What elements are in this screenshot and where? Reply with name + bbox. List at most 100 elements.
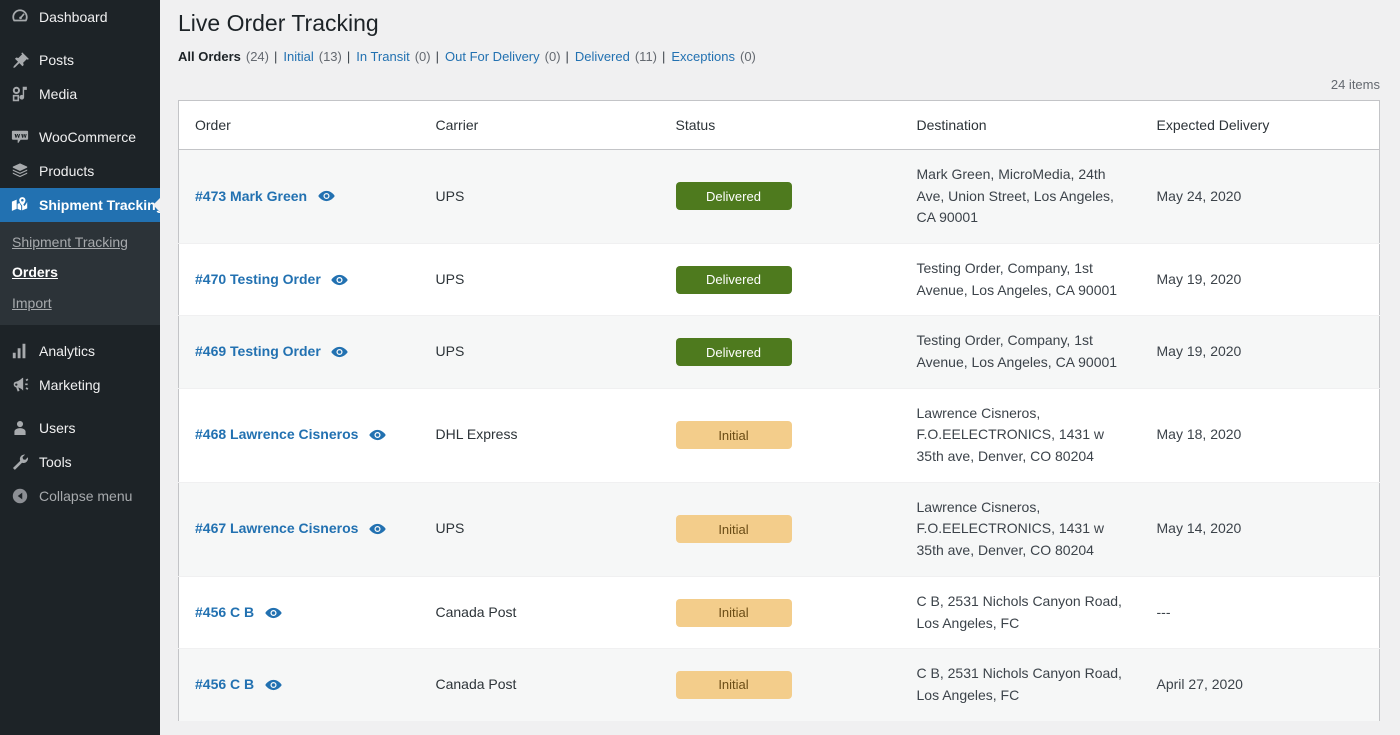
eye-icon[interactable] — [331, 271, 349, 289]
filter-link-out-for-delivery[interactable]: Out For Delivery — [445, 49, 540, 64]
carrier-cell: UPS — [419, 315, 660, 389]
carrier-cell: Canada Post — [419, 648, 660, 722]
sidebar-item-shipment-tracking[interactable]: Shipment Tracking — [0, 188, 160, 222]
table-row: #456 C B Canada Post Initial C B, 2531 Nich… — [178, 576, 1380, 650]
wordpress-admin: Dashboard Posts Media WooCommerce Products Sh… — [0, 0, 1400, 735]
sidebar-item-label: Posts — [39, 52, 75, 68]
filter-separator: | — [565, 48, 569, 64]
expected-delivery-text: May 19, 2020 — [1156, 343, 1242, 360]
sidebar-item-label: Analytics — [39, 342, 96, 359]
status-cell: Delivered — [659, 315, 901, 389]
table-row: #470 Testing Order UPS Delivered Testing Or… — [178, 243, 1380, 317]
filter-link-all-orders[interactable]: All Orders — [178, 49, 241, 64]
expected-delivery-text: May 14, 2020 — [1156, 520, 1242, 537]
filter-count: (13) — [318, 48, 342, 64]
page-title: Live Order Tracking — [178, 10, 379, 36]
order-link[interactable]: #469 Testing Order — [195, 341, 321, 363]
admin-sidebar: Dashboard Posts Media WooCommerce Products Sh… — [0, 0, 160, 735]
menu-separator — [0, 402, 160, 411]
expected-delivery-cell: April 27, 2020 — [1140, 648, 1380, 722]
status-badge: Delivered — [675, 338, 792, 367]
table-row: #473 Mark Green UPS Delivered Mark Green, M… — [178, 149, 1380, 244]
eye-icon[interactable] — [317, 187, 335, 205]
pin-icon — [9, 50, 31, 70]
sidebar-item-dashboard[interactable]: Dashboard — [0, 0, 160, 34]
media-icon — [9, 84, 31, 104]
woocommerce-icon — [9, 127, 31, 147]
filter-separator: | — [346, 48, 351, 64]
status-cell: Initial — [659, 388, 901, 483]
status-cell: Initial — [659, 482, 901, 577]
sidebar-item-woocommerce[interactable]: WooCommerce — [0, 120, 160, 154]
filter-item: Exceptions (0) — [671, 49, 755, 64]
submenu-item-shipment-tracking[interactable]: Shipment Tracking — [0, 227, 160, 257]
tablenav-top: 24 items — [160, 64, 1400, 100]
filter-item: Out For Delivery (0) | — [445, 49, 575, 64]
status-cell: Initial — [659, 648, 901, 722]
order-link[interactable]: #468 Lawrence Cisneros — [195, 424, 358, 446]
sidebar-item-products[interactable]: Products — [0, 154, 160, 188]
sidebar-item-media[interactable]: Media — [0, 77, 160, 111]
dashboard-icon — [9, 7, 31, 27]
column-header-expected-delivery[interactable]: Expected Delivery — [1140, 100, 1380, 150]
table-row: #467 Lawrence Cisneros UPS Initial Lawrence… — [178, 482, 1380, 577]
column-header-destination[interactable]: Destination — [900, 100, 1141, 150]
expected-delivery-text: May 19, 2020 — [1156, 270, 1242, 287]
carrier-cell: UPS — [419, 149, 660, 244]
sidebar-item-users[interactable]: Users — [0, 411, 160, 445]
products-box-icon — [9, 161, 31, 181]
order-link[interactable]: #456 C B — [195, 674, 254, 696]
filter-link-exceptions[interactable]: Exceptions — [671, 49, 735, 64]
order-link[interactable]: #467 Lawrence Cisneros — [195, 518, 358, 540]
eye-icon[interactable] — [264, 676, 282, 694]
eye-icon[interactable] — [331, 343, 349, 361]
orders-table: Order Carrier Status Destination Expected De… — [178, 99, 1380, 722]
filter-link-in-transit[interactable]: In Transit — [356, 49, 409, 64]
collapse-arrow-icon — [9, 486, 31, 506]
expected-delivery-text: --- — [1156, 603, 1171, 620]
map-marker-icon — [9, 195, 31, 215]
filter-separator: | — [435, 48, 439, 64]
sidebar-item-marketing[interactable]: Marketing — [0, 368, 160, 402]
eye-icon[interactable] — [368, 520, 386, 538]
status-cell: Delivered — [659, 149, 901, 244]
submenu-item-import[interactable]: Import — [0, 288, 160, 318]
menu-separator — [0, 34, 160, 43]
destination-text: Testing Order, Company, 1st Avenue, Los … — [916, 332, 1118, 371]
carrier-cell: DHL Express — [419, 388, 660, 483]
column-header-carrier[interactable]: Carrier — [419, 100, 660, 150]
status-badge: Delivered — [675, 182, 792, 211]
filter-link-delivered[interactable]: Delivered — [575, 49, 630, 64]
filter-item: In Transit (0) | — [356, 49, 445, 64]
sidebar-item-analytics[interactable]: Analytics — [0, 334, 160, 368]
submenu-item-orders[interactable]: Orders — [0, 257, 160, 287]
column-header-status[interactable]: Status — [659, 100, 901, 150]
sidebar-item-label: Tools — [39, 453, 72, 470]
destination-text: Lawrence Cisneros, F.O.EELECTRONICS, 143… — [916, 498, 1105, 559]
expected-delivery-cell: May 14, 2020 — [1140, 482, 1380, 577]
destination-cell: Mark Green, MicroMedia, 24th Ave, Union … — [900, 149, 1141, 244]
column-header-order[interactable]: Order — [178, 100, 420, 150]
destination-cell: C B, 2531 Nichols Canyon Road, Los Angel… — [900, 576, 1141, 650]
destination-cell: Testing Order, Company, 1st Avenue, Los … — [900, 243, 1141, 317]
destination-text: Mark Green, MicroMedia, 24th Ave, Union … — [916, 165, 1114, 226]
order-link[interactable]: #470 Testing Order — [195, 269, 321, 291]
order-link[interactable]: #456 C B — [195, 602, 254, 624]
status-badge: Delivered — [675, 265, 792, 294]
sidebar-item-label: WooCommerce — [39, 129, 136, 145]
expected-delivery-cell: May 19, 2020 — [1140, 243, 1380, 317]
order-link[interactable]: #473 Mark Green — [195, 186, 307, 208]
sidebar-item-posts[interactable]: Posts — [0, 43, 160, 77]
eye-icon[interactable] — [264, 604, 282, 622]
wrench-icon — [9, 452, 31, 472]
filter-link-initial[interactable]: Initial — [283, 49, 313, 64]
destination-cell: C B, 2531 Nichols Canyon Road, Los Angel… — [900, 648, 1141, 722]
sidebar-item-collapse-menu[interactable]: Collapse menu — [0, 479, 160, 513]
eye-icon[interactable] — [368, 426, 386, 444]
filter-count: (11) — [634, 48, 657, 64]
megaphone-icon — [9, 375, 31, 395]
destination-text: C B, 2531 Nichols Canyon Road, Los Angel… — [916, 665, 1122, 703]
destination-cell: Testing Order, Company, 1st Avenue, Los … — [900, 315, 1141, 389]
expected-delivery-cell: May 18, 2020 — [1140, 388, 1380, 483]
sidebar-item-tools[interactable]: Tools — [0, 445, 160, 479]
